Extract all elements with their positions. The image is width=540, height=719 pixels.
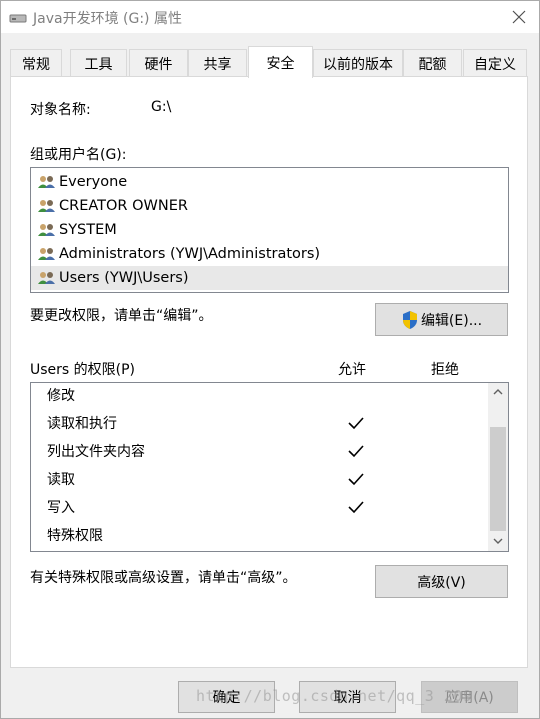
close-button[interactable]	[507, 5, 531, 29]
tab-label: 以前的版本	[323, 56, 393, 73]
permissions-label: Users 的权限(P)	[30, 362, 136, 378]
permissions-list: 修改 读取和执行 列出文件夹内容 读取 写入 特殊权限	[30, 382, 509, 552]
tab-label: 常规	[22, 56, 50, 73]
scroll-down-icon[interactable]	[493, 538, 503, 545]
tab-quota[interactable]: 配额	[403, 49, 462, 77]
ok-label: 确定	[212, 690, 241, 706]
permission-name: 写入	[47, 500, 75, 516]
ok-button[interactable]: 确定	[178, 681, 275, 713]
tab-tools[interactable]: 工具	[70, 49, 127, 77]
tab-label: 自定义	[474, 56, 516, 73]
groups-label: 组或用户名(G):	[30, 147, 127, 163]
users-icon	[38, 272, 55, 284]
list-item[interactable]: SYSTEM	[31, 218, 508, 242]
users-icon	[38, 248, 55, 260]
group-name: CREATOR OWNER	[59, 198, 188, 214]
allow-header: 允许	[338, 362, 366, 378]
users-icon	[38, 224, 55, 236]
users-icon	[38, 200, 55, 212]
object-name-value: G:\	[151, 99, 172, 115]
group-name: Everyone	[59, 174, 128, 190]
shield-icon	[402, 310, 417, 329]
groups-listbox[interactable]: Everyone CREATOR OWNER SYSTEM Administra…	[30, 167, 509, 293]
edit-button[interactable]: 编辑(E)...	[375, 303, 508, 336]
title-bar[interactable]: Java开发环境 (G:) 属性	[1, 1, 539, 33]
permission-row: 写入	[31, 493, 486, 521]
scroll-thumb[interactable]	[490, 427, 506, 531]
permission-row: 列出文件夹内容	[31, 437, 486, 465]
window-title: Java开发环境 (G:) 属性	[33, 11, 182, 27]
group-name: SYSTEM	[59, 222, 117, 238]
deny-header: 拒绝	[431, 362, 459, 378]
close-icon	[512, 10, 526, 24]
list-item[interactable]: Administrators (YWJ\Administrators)	[31, 242, 508, 266]
advanced-hint: 有关特殊权限或高级设置，请单击“高级”。	[30, 570, 297, 586]
tab-label: 硬件	[144, 56, 173, 73]
tab-customize[interactable]: 自定义	[463, 49, 527, 77]
cancel-label: 取消	[333, 690, 362, 706]
cancel-button[interactable]: 取消	[299, 681, 396, 713]
permission-name: 特殊权限	[47, 528, 103, 544]
check-icon	[348, 473, 364, 486]
users-icon	[38, 176, 55, 188]
edit-button-label: 编辑(E)...	[420, 312, 483, 329]
permission-name: 读取	[47, 472, 75, 488]
permission-row: 修改	[31, 381, 486, 409]
list-item[interactable]: Everyone	[31, 170, 508, 194]
tab-label: 安全	[266, 55, 295, 72]
group-name: Administrators (YWJ\Administrators)	[59, 246, 321, 262]
drive-icon	[9, 14, 27, 23]
tab-previous-versions[interactable]: 以前的版本	[313, 49, 403, 77]
permission-name: 列出文件夹内容	[47, 444, 145, 460]
tab-general[interactable]: 常规	[10, 49, 62, 77]
permission-name: 读取和执行	[47, 416, 117, 432]
object-name-label: 对象名称:	[30, 102, 91, 118]
tab-label: 工具	[84, 56, 113, 73]
tab-strip: 常规 工具 硬件 共享 安全 以前的版本 配额 自定义	[10, 46, 528, 78]
list-item[interactable]: CREATOR OWNER	[31, 194, 508, 218]
permission-row: 读取和执行	[31, 409, 486, 437]
permission-row: 特殊权限	[31, 521, 486, 549]
scrollbar[interactable]	[488, 383, 508, 551]
tab-hardware[interactable]: 硬件	[129, 49, 188, 77]
check-icon	[348, 501, 364, 514]
check-icon	[348, 445, 364, 458]
tab-label: 共享	[203, 56, 232, 73]
advanced-button-label: 高级(V)	[417, 574, 466, 591]
advanced-button[interactable]: 高级(V)	[375, 565, 508, 598]
tab-sharing[interactable]: 共享	[188, 49, 247, 77]
group-name: Users (YWJ\Users)	[59, 270, 189, 286]
permission-name: 修改	[47, 388, 75, 404]
tab-label: 配额	[418, 56, 447, 73]
list-item[interactable]: Users (YWJ\Users)	[31, 266, 508, 290]
edit-hint: 要更改权限，请单击“编辑”。	[30, 308, 213, 324]
check-icon	[348, 417, 364, 430]
apply-button[interactable]: 应用(A)	[421, 681, 518, 713]
scroll-up-icon[interactable]	[493, 388, 503, 395]
properties-dialog: Java开发环境 (G:) 属性 常规 工具 硬件 共享 安全 以前的版本 配额…	[0, 0, 540, 719]
permission-row: 读取	[31, 465, 486, 493]
apply-label: 应用(A)	[445, 690, 494, 706]
tab-security[interactable]: 安全	[248, 46, 313, 78]
